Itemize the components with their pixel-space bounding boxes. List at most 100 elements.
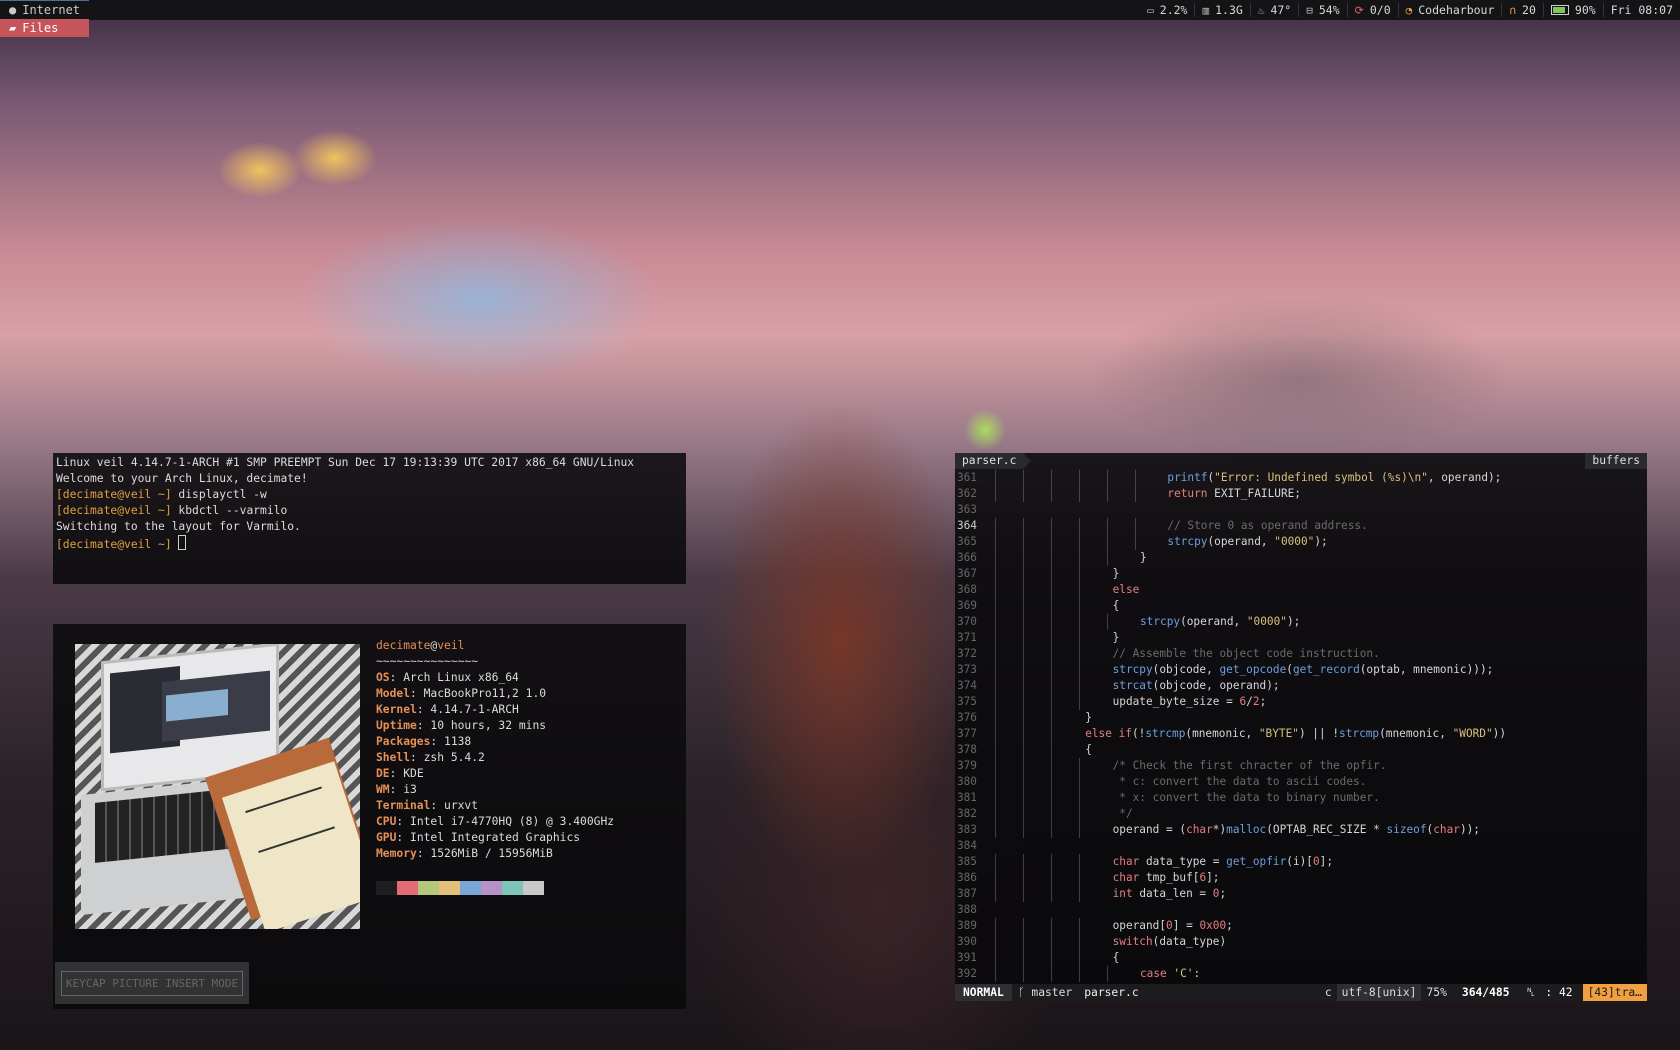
cpu-status: ▭ 2.2% xyxy=(1140,3,1194,17)
line-number: 374 xyxy=(956,679,977,692)
info-value: zsh 5.4.2 xyxy=(423,751,485,764)
code-line: 377 else if(!strcmp(mnemonic, "BYTE") || … xyxy=(956,726,1507,742)
info-value: 1138 xyxy=(444,735,472,748)
code-line: 378{ xyxy=(956,742,1092,758)
buffers-label[interactable]: buffers xyxy=(1585,453,1647,469)
memory-icon: ▥ xyxy=(1202,3,1210,17)
editor-tabline: parser.c buffers xyxy=(955,453,1647,469)
indent-guides xyxy=(985,806,1093,822)
color-swatch xyxy=(502,881,523,895)
line-number: 389 xyxy=(956,919,977,932)
mode-indicator: NORMAL xyxy=(955,984,1012,1001)
encoding: utf-8[unix] xyxy=(1336,984,1422,1001)
indent-guides xyxy=(985,950,1093,966)
cpu-value: 2.2% xyxy=(1159,3,1188,17)
color-swatch xyxy=(376,881,397,895)
keycap-label: KEYCAP PICTURE INSERT MODE xyxy=(60,970,244,996)
info-uptime: Uptime: 10 hours, 32 mins xyxy=(376,719,547,732)
indent-guides xyxy=(985,678,1093,694)
info-kernel: Kernel: 4.14.7-1-ARCH xyxy=(376,703,519,716)
terminal-command: kbdctl --varmilo xyxy=(171,504,288,517)
laptop-icon: ▭ xyxy=(1147,3,1154,17)
updates-status[interactable]: ⟳ 0/0 xyxy=(1346,3,1398,17)
info-value: Arch Linux x86_64 xyxy=(403,671,519,684)
indent-guides xyxy=(985,550,1120,566)
tab-parser-c[interactable]: parser.c xyxy=(955,453,1032,469)
line-number: 368 xyxy=(956,583,977,596)
workspace-label: Files xyxy=(22,21,59,35)
volume-status[interactable]: ∩ 20 xyxy=(1501,3,1542,17)
memory-status: ▥ 1.3G xyxy=(1194,3,1249,17)
code-line: 385 char data_type = get_opfir(i)[0]; xyxy=(956,854,1334,870)
code-line: 369{ xyxy=(956,598,1120,614)
workspace-files[interactable]: ▰ Files xyxy=(0,19,90,37)
info-key: GPU xyxy=(376,831,397,844)
indent-guides xyxy=(985,486,1147,502)
line-number: 362 xyxy=(956,487,977,500)
network-value: Codeharbour xyxy=(1418,3,1495,17)
info-packages: Packages: 1138 xyxy=(376,735,472,748)
workspace-label: Internet xyxy=(22,3,81,17)
indent-guides xyxy=(985,870,1093,886)
indent-guides xyxy=(985,518,1147,534)
info-memory: Memory: 1526MiB / 15956MiB xyxy=(376,847,553,860)
terminal-prompt: [decimate@veil ~] xyxy=(56,538,172,551)
line-number: 369 xyxy=(956,599,977,612)
terminal-window[interactable]: Linux veil 4.14.7-1-ARCH #1 SMP PREEMPT … xyxy=(53,453,686,584)
terminal-line: [decimate@veil ~] displayctl -w xyxy=(56,487,683,503)
line-number: 385 xyxy=(956,855,977,868)
code-line: 383 operand = (char*)malloc(OPTAB_REC_SIZ… xyxy=(956,822,1480,838)
info-key: WM xyxy=(376,783,390,796)
indent-guides xyxy=(985,966,1120,982)
color-swatch xyxy=(460,881,481,895)
code-line: 392 case 'C': xyxy=(956,966,1201,982)
code-line: 375 update_byte_size = 6/2; xyxy=(956,694,1267,710)
refresh-icon: ⟳ xyxy=(1354,3,1364,17)
battery-icon xyxy=(1550,5,1569,15)
color-swatch xyxy=(481,881,502,895)
indent-guides xyxy=(985,694,1093,710)
indent-guides xyxy=(985,646,1093,662)
terminal-line: [decimate@veil ~] kbdctl --varmilo xyxy=(56,503,683,519)
disk-status: ⊟ 54% xyxy=(1298,3,1346,17)
indent-guides xyxy=(985,566,1093,582)
line-number: 367 xyxy=(956,567,977,580)
info-value: urxvt xyxy=(444,799,479,812)
line-number: 387 xyxy=(956,887,977,900)
line-number: 364 xyxy=(956,519,977,532)
line-number: 388 xyxy=(956,903,977,916)
line-number: 377 xyxy=(956,727,977,740)
code-line: 376} xyxy=(956,710,1092,726)
info-value: 10 hours, 32 mins xyxy=(430,719,547,732)
system-info: decimate@veil ~~~~~~~~~~~~~~~ OS: Arch L… xyxy=(376,638,614,862)
info-key: Uptime xyxy=(376,719,417,732)
code-line: 381 * x: convert the data to binary numb… xyxy=(956,790,1380,806)
indent-guides xyxy=(985,470,1147,486)
editor-window[interactable]: parser.c buffers 361 printf("Error: Undef… xyxy=(955,453,1647,1001)
indent-guides xyxy=(985,934,1093,950)
info-value: i3 xyxy=(403,783,417,796)
filetype: c xyxy=(1324,986,1332,999)
info-separator: ~~~~~~~~~~~~~~~ xyxy=(376,655,479,668)
info-cpu: CPU: Intel i7-4770HQ (8) @ 3.400GHz xyxy=(376,815,615,828)
line-number: 392 xyxy=(956,967,977,980)
color-swatch xyxy=(523,881,544,895)
indent-guides xyxy=(985,774,1093,790)
info-key: Kernel xyxy=(376,703,417,716)
laptop-photo xyxy=(75,644,360,929)
indent-guides xyxy=(985,582,1093,598)
network-status[interactable]: ◔ Codeharbour xyxy=(1397,3,1502,17)
code-line: 391{ xyxy=(956,950,1120,966)
indent-guides xyxy=(985,918,1093,934)
keycap-panel: KEYCAP PICTURE INSERT MODE xyxy=(55,962,249,1004)
terminal-line: Welcome to your Arch Linux, decimate! xyxy=(56,472,308,485)
line-number: 366 xyxy=(956,551,977,564)
workspace-internet[interactable]: ● Internet xyxy=(0,1,89,19)
info-os: OS: Arch Linux x86_64 xyxy=(376,671,519,684)
neofetch-window[interactable]: decimate@veil ~~~~~~~~~~~~~~~ OS: Arch L… xyxy=(53,624,686,1009)
code-line: 366} xyxy=(956,550,1147,566)
code-line: 382 */ xyxy=(956,806,1133,822)
code-line: 386 char tmp_buf[6]; xyxy=(956,870,1220,886)
code-area[interactable]: 361 printf("Error: Undefined symbol (%s)\… xyxy=(955,470,1647,982)
info-key: Shell xyxy=(376,751,411,764)
